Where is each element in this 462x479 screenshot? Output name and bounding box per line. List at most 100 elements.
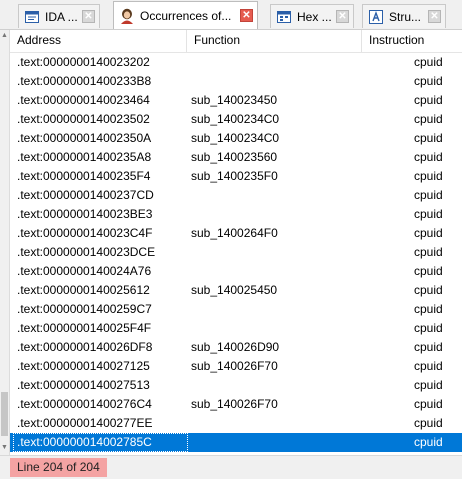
table-row[interactable]: .text:00000001400235F4 sub_1400235F0 cpuid	[10, 167, 462, 186]
function-cell: sub_140023450	[191, 93, 278, 107]
table-row[interactable]: .text:00000001400259C7 cpuid	[10, 300, 462, 319]
address-cell: .text:00000001400235A8	[17, 150, 152, 164]
function-cell	[191, 53, 361, 72]
table-row[interactable]: .text:0000000140024A76 cpuid	[10, 262, 462, 281]
address-cell: .text:0000000140025F4F	[17, 321, 152, 335]
address-cell: .text:0000000140023464	[17, 93, 150, 107]
tab-label: IDA ...	[45, 9, 78, 24]
table-row[interactable]: .text:0000000140023BE3 cpuid	[10, 205, 462, 224]
address-cell: .text:0000000140023BE3	[17, 207, 153, 221]
function-cell: sub_1400234C0	[191, 112, 280, 126]
table-row[interactable]: .text:0000000140023DCE cpuid	[10, 243, 462, 262]
table-row[interactable]: .text:000000014002350A sub_1400234C0 cpuid	[10, 129, 462, 148]
address-cell: .text:0000000140023502	[17, 112, 150, 126]
instruction-cell: cpuid	[414, 245, 443, 259]
function-cell	[191, 433, 361, 452]
table-row[interactable]: .text:00000001400237CD cpuid	[10, 186, 462, 205]
table-row[interactable]: .text:0000000140026DF8 sub_140026D90 cpuid	[10, 338, 462, 357]
function-cell: sub_1400235F0	[191, 169, 278, 183]
column-header-function[interactable]: Function	[187, 30, 362, 52]
close-icon[interactable]: ✕	[428, 10, 441, 23]
tab-occurrences[interactable]: Occurrences of... ✕	[113, 1, 258, 29]
address-cell: .text:00000001400259C7	[17, 302, 152, 316]
occurrences-person-icon	[119, 8, 135, 24]
instruction-cell: cpuid	[414, 226, 443, 240]
table-row[interactable]: .text:00000001400233B8 cpuid	[10, 72, 462, 91]
structures-icon	[368, 9, 384, 25]
function-cell	[191, 262, 361, 281]
instruction-cell: cpuid	[414, 302, 443, 316]
instruction-cell: cpuid	[414, 264, 443, 278]
instruction-cell: cpuid	[414, 112, 443, 126]
close-icon[interactable]: ✕	[336, 10, 349, 23]
tab-bar: IDA ... ✕ Occurrences of... ✕ Hex ... ✕ …	[0, 0, 462, 30]
address-cell: .text:000000014002350A	[17, 131, 152, 145]
function-cell: sub_140026F70	[191, 397, 278, 411]
table-row[interactable]: .text:00000001400277EE cpuid	[10, 414, 462, 433]
function-cell	[191, 300, 361, 319]
address-cell: .text:0000000140027513	[17, 378, 150, 392]
instruction-cell: cpuid	[414, 416, 443, 430]
occurrences-table: Address Function Instruction .text:00000…	[10, 30, 462, 455]
address-cell: .text:00000001400237CD	[17, 188, 154, 202]
instruction-cell: cpuid	[414, 435, 443, 449]
table-row[interactable]: .text:0000000140023202 cpuid	[10, 53, 462, 72]
instruction-cell: cpuid	[414, 378, 443, 392]
function-cell	[191, 376, 361, 395]
address-cell: .text:0000000140023202	[17, 55, 150, 69]
address-cell: .text:000000014002785C	[13, 433, 188, 452]
scroll-up-arrow-icon[interactable]: ▲	[1, 32, 8, 39]
function-cell	[191, 319, 361, 338]
table-header: Address Function Instruction	[10, 30, 462, 53]
table-row[interactable]: .text:0000000140023C4F sub_1400264F0 cpuid	[10, 224, 462, 243]
instruction-cell: cpuid	[414, 93, 443, 107]
address-cell: .text:00000001400235F4	[17, 169, 151, 183]
function-cell: sub_140026F70	[191, 359, 278, 373]
table-row[interactable]: .text:0000000140027513 cpuid	[10, 376, 462, 395]
instruction-cell: cpuid	[414, 74, 443, 88]
function-cell	[191, 205, 361, 224]
table-row[interactable]: .text:0000000140025612 sub_140025450 cpuid	[10, 281, 462, 300]
table-row-selected[interactable]: .text:000000014002785C cpuid	[10, 433, 462, 452]
function-cell: sub_140023560	[191, 150, 278, 164]
close-icon[interactable]: ✕	[82, 10, 95, 23]
instruction-cell: cpuid	[414, 169, 443, 183]
function-cell: sub_140025450	[191, 283, 278, 297]
function-cell: sub_1400264F0	[191, 226, 278, 240]
column-header-address[interactable]: Address	[10, 30, 187, 52]
function-cell	[191, 186, 361, 205]
function-cell: sub_140026D90	[191, 340, 280, 354]
address-cell: .text:0000000140024A76	[17, 264, 152, 278]
address-cell: .text:0000000140023DCE	[17, 245, 156, 259]
tab-structures[interactable]: Stru... ✕	[362, 4, 446, 28]
table-row[interactable]: .text:0000000140027125 sub_140026F70 cpuid	[10, 357, 462, 376]
table-row[interactable]: .text:00000001400235A8 sub_140023560 cpuid	[10, 148, 462, 167]
table-row[interactable]: .text:0000000140023464 sub_140023450 cpuid	[10, 91, 462, 110]
column-header-instruction[interactable]: Instruction	[362, 30, 462, 52]
scroll-down-arrow-icon[interactable]: ▼	[1, 444, 8, 451]
ida-view-icon	[24, 9, 40, 25]
table-row[interactable]: .text:00000001400276C4 sub_140026F70 cpuid	[10, 395, 462, 414]
hex-view-icon	[276, 9, 292, 25]
instruction-cell: cpuid	[414, 397, 443, 411]
close-icon[interactable]: ✕	[240, 9, 253, 22]
function-cell	[191, 414, 361, 433]
table-row[interactable]: .text:0000000140023502 sub_1400234C0 cpuid	[10, 110, 462, 129]
instruction-cell: cpuid	[414, 359, 443, 373]
function-cell: sub_1400234C0	[191, 131, 280, 145]
vertical-scrollbar[interactable]: ▲ ▼	[0, 30, 10, 455]
tab-hex-view[interactable]: Hex ... ✕	[270, 4, 354, 28]
instruction-cell: cpuid	[414, 188, 443, 202]
tab-ida-view[interactable]: IDA ... ✕	[18, 4, 100, 28]
address-cell: .text:0000000140026DF8	[17, 340, 153, 354]
address-cell: .text:0000000140027125	[17, 359, 150, 373]
address-cell: .text:0000000140023C4F	[17, 226, 153, 240]
instruction-cell: cpuid	[414, 340, 443, 354]
table-row[interactable]: .text:0000000140025F4F cpuid	[10, 319, 462, 338]
instruction-cell: cpuid	[414, 55, 443, 69]
scroll-thumb[interactable]	[1, 392, 8, 436]
status-bar: Line 204 of 204	[0, 455, 462, 479]
address-cell: .text:00000001400277EE	[17, 416, 153, 430]
address-cell: .text:00000001400276C4	[17, 397, 152, 411]
instruction-cell: cpuid	[414, 131, 443, 145]
